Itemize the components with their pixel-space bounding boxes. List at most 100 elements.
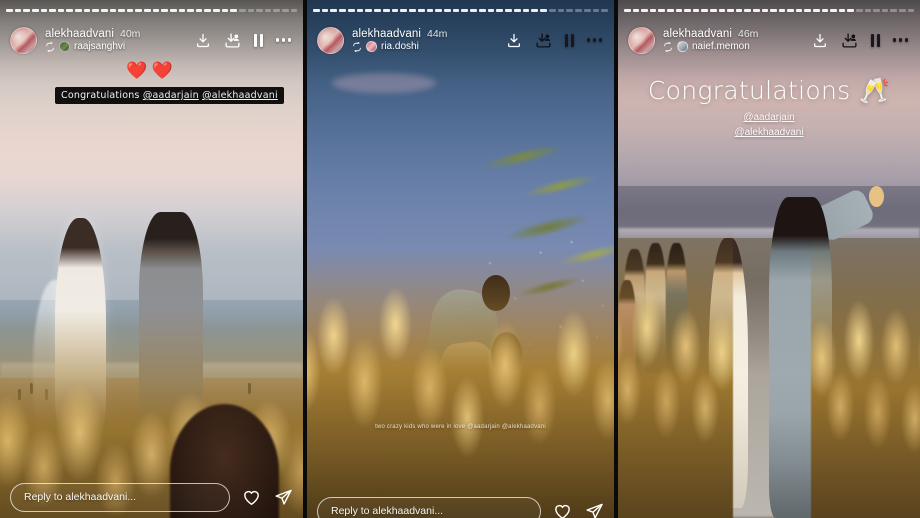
progress-segment[interactable] <box>838 9 846 12</box>
progress-segment[interactable] <box>40 9 48 12</box>
story-panel-2[interactable]: alekhaadvani 44m ria.doshi two crazy kid… <box>307 0 614 518</box>
progress-segment[interactable] <box>601 9 608 12</box>
progress-segment[interactable] <box>641 9 648 12</box>
progress-segment[interactable] <box>624 9 631 12</box>
progress-segment[interactable] <box>435 9 443 12</box>
progress-segment[interactable] <box>195 9 203 12</box>
progress-segment[interactable] <box>347 9 355 12</box>
reply-input[interactable]: Reply to alekhaadvani... <box>10 482 230 512</box>
progress-segment[interactable] <box>238 9 246 12</box>
progress-segment[interactable] <box>57 9 65 12</box>
reshare-author-username[interactable]: raajsanghvi <box>74 41 125 52</box>
progress-segment[interactable] <box>339 9 346 12</box>
progress-segment[interactable] <box>426 9 434 12</box>
story-progress-bar-1[interactable] <box>6 9 298 12</box>
progress-segment[interactable] <box>856 9 863 12</box>
progress-segment[interactable] <box>330 9 338 12</box>
progress-segment[interactable] <box>557 9 565 12</box>
progress-segment[interactable] <box>864 9 872 12</box>
progress-segment[interactable] <box>31 9 39 12</box>
progress-segment[interactable] <box>256 9 263 12</box>
more-options-icon[interactable] <box>275 38 291 42</box>
progress-segment[interactable] <box>540 9 547 12</box>
more-options-icon[interactable] <box>892 38 908 42</box>
progress-segment[interactable] <box>718 9 726 12</box>
progress-segment[interactable] <box>890 9 897 12</box>
download-icon[interactable] <box>812 32 828 49</box>
download-with-person-icon[interactable] <box>535 32 552 49</box>
progress-segment[interactable] <box>204 9 211 12</box>
progress-segment[interactable] <box>735 9 743 12</box>
avatar[interactable] <box>317 26 344 54</box>
progress-segment[interactable] <box>505 9 512 12</box>
progress-segment[interactable] <box>632 9 640 12</box>
progress-segment[interactable] <box>161 9 168 12</box>
progress-segment[interactable] <box>126 9 134 12</box>
progress-segment[interactable] <box>152 9 160 12</box>
progress-segment[interactable] <box>649 9 657 12</box>
progress-segment[interactable] <box>513 9 521 12</box>
progress-segment[interactable] <box>778 9 786 12</box>
reshare-author-username[interactable]: naief.memon <box>692 41 750 52</box>
username[interactable]: alekhaadvani <box>352 28 421 40</box>
progress-segment[interactable] <box>409 9 416 12</box>
progress-segment[interactable] <box>881 9 889 12</box>
progress-segment[interactable] <box>391 9 399 12</box>
reply-input[interactable]: Reply to alekhaadvani... <box>317 496 541 518</box>
progress-segment[interactable] <box>92 9 99 12</box>
progress-segment[interactable] <box>566 9 574 12</box>
progress-segment[interactable] <box>461 9 469 12</box>
download-icon[interactable] <box>195 32 211 49</box>
pause-icon[interactable] <box>565 33 574 47</box>
progress-segment[interactable] <box>709 9 717 12</box>
progress-segment[interactable] <box>169 9 177 12</box>
progress-segment[interactable] <box>813 9 820 12</box>
progress-segment[interactable] <box>75 9 82 12</box>
progress-segment[interactable] <box>830 9 837 12</box>
progress-segment[interactable] <box>144 9 151 12</box>
reshare-author-avatar[interactable] <box>59 41 70 52</box>
progress-segment[interactable] <box>14 9 22 12</box>
progress-segment[interactable] <box>470 9 477 12</box>
progress-segment[interactable] <box>118 9 125 12</box>
story-progress-bar-3[interactable] <box>624 9 915 12</box>
progress-segment[interactable] <box>83 9 91 12</box>
progress-segment[interactable] <box>282 9 289 12</box>
progress-segment[interactable] <box>247 9 255 12</box>
progress-segment[interactable] <box>400 9 408 12</box>
reshare-author-avatar[interactable] <box>366 41 377 52</box>
progress-segment[interactable] <box>907 9 915 12</box>
progress-segment[interactable] <box>365 9 373 12</box>
more-options-icon[interactable] <box>586 38 602 42</box>
progress-segment[interactable] <box>374 9 381 12</box>
pause-icon[interactable] <box>254 33 263 47</box>
reshare-author-username[interactable]: ria.doshi <box>381 41 419 52</box>
progress-segment[interactable] <box>478 9 486 12</box>
progress-segment[interactable] <box>452 9 460 12</box>
progress-segment[interactable] <box>899 9 906 12</box>
progress-segment[interactable] <box>213 9 220 12</box>
avatar[interactable] <box>10 26 37 54</box>
progress-segment[interactable] <box>487 9 495 12</box>
progress-segment[interactable] <box>804 9 812 12</box>
progress-segment[interactable] <box>135 9 142 12</box>
sticker-mention-aadarjain[interactable]: @aadarjain <box>143 90 199 101</box>
progress-segment[interactable] <box>109 9 117 12</box>
mention-alekhaadvani[interactable]: @alekhaadvani <box>618 125 920 140</box>
progress-segment[interactable] <box>417 9 425 12</box>
username[interactable]: alekhaadvani <box>45 28 114 40</box>
progress-segment[interactable] <box>531 9 539 12</box>
progress-segment[interactable] <box>264 9 272 12</box>
progress-segment[interactable] <box>592 9 600 12</box>
progress-segment[interactable] <box>583 9 591 12</box>
progress-segment[interactable] <box>49 9 56 12</box>
progress-segment[interactable] <box>795 9 803 12</box>
progress-segment[interactable] <box>273 9 280 12</box>
progress-segment[interactable] <box>658 9 665 12</box>
progress-segment[interactable] <box>382 9 390 12</box>
progress-segment[interactable] <box>666 9 674 12</box>
progress-segment[interactable] <box>787 9 794 12</box>
progress-segment[interactable] <box>821 9 829 12</box>
progress-segment[interactable] <box>178 9 186 12</box>
reshare-author-avatar[interactable] <box>677 41 688 52</box>
